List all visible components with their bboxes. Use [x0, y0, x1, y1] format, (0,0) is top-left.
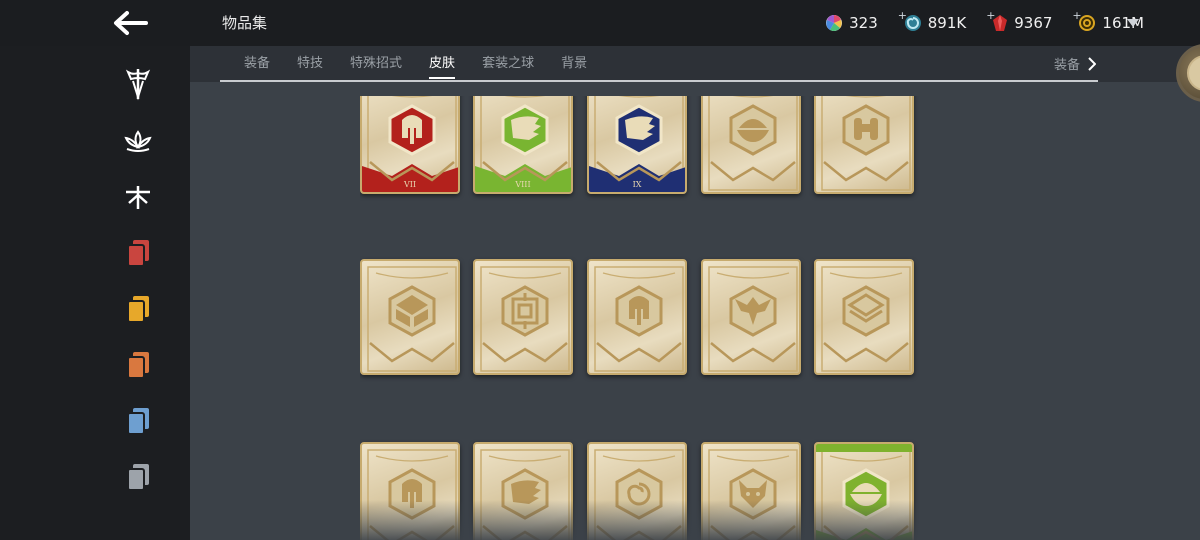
card-stack-gold-icon [127, 296, 149, 323]
sidebar-item-orange-cards[interactable] [118, 345, 158, 385]
lotus-icon [124, 130, 152, 152]
sidebar-item-gray-cards[interactable] [118, 457, 158, 497]
skin-card[interactable] [587, 442, 687, 540]
tab-special-moves[interactable]: 特殊招式 [350, 54, 402, 80]
tab-underline [220, 80, 1098, 82]
sidebar-item-gold-cards[interactable] [118, 289, 158, 329]
tab-next-equipment[interactable]: 装备 [1054, 54, 1097, 73]
currency-bar: 323 + 891K + 9367 + 161M [825, 0, 1144, 46]
bowl-icon [816, 444, 912, 540]
currency-crystal[interactable]: + 9367 [986, 9, 1053, 32]
layered-diamond-icon [821, 266, 911, 372]
demon-mask-icon [708, 449, 798, 540]
skin-card[interactable] [360, 259, 460, 375]
sidebar-item-sword[interactable] [118, 64, 158, 104]
plus-icon[interactable]: + [898, 9, 907, 22]
tab-set-orbs[interactable]: 套装之球 [482, 54, 534, 80]
card-stack-blue-icon [127, 408, 149, 435]
page-title: 物品集 [222, 14, 268, 32]
skin-card[interactable] [701, 259, 801, 375]
dropdown-button[interactable] [1126, 13, 1140, 32]
skin-card[interactable]: VIII [473, 96, 573, 194]
plus-icon[interactable]: + [986, 9, 995, 22]
cube-glyph-icon [367, 266, 457, 372]
chevron-right-icon [1088, 56, 1097, 71]
maze-glyph-icon [480, 266, 570, 372]
dragonfly-icon [126, 186, 150, 209]
currency-value: 891K [927, 14, 967, 32]
sidebar-item-dragonfly[interactable] [118, 177, 158, 217]
skin-card[interactable] [473, 259, 573, 375]
plus-icon[interactable]: + [1072, 9, 1081, 22]
skin-card[interactable] [360, 442, 460, 540]
skin-numeral: VIII [515, 180, 531, 189]
skin-grid: VII VIII IX [360, 96, 920, 540]
skin-card[interactable] [814, 259, 914, 375]
triangle-down-icon [1127, 19, 1139, 27]
tab-next-label: 装备 [1054, 58, 1081, 73]
spartan-helmet-icon [594, 266, 684, 372]
sidebar-item-blue-cards[interactable] [118, 401, 158, 441]
currency-rainbow[interactable]: 323 [825, 14, 878, 32]
skin-card[interactable]: IX [587, 96, 687, 194]
currency-value: 323 [849, 14, 878, 32]
skin-numeral: VII [403, 180, 417, 189]
card-stack-red-icon [127, 240, 149, 267]
skin-card[interactable]: VII [360, 96, 460, 194]
tab-equipment[interactable]: 装备 [244, 54, 270, 80]
sidebar [0, 46, 190, 540]
skin-card[interactable] [814, 442, 914, 540]
currency-swirl[interactable]: + 891K [898, 9, 967, 32]
spartan-helmet-icon [367, 449, 457, 540]
rainbow-gem-icon [826, 15, 843, 31]
sword-crest-icon [125, 69, 151, 101]
tab-backgrounds[interactable]: 背景 [561, 54, 587, 80]
skin-card[interactable] [587, 259, 687, 375]
phoenix-icon [708, 266, 798, 372]
skin-card[interactable] [473, 442, 573, 540]
tab-skills[interactable]: 特技 [297, 54, 323, 80]
tab-list: 装备 特技 特殊招式 皮肤 套装之球 背景 [244, 54, 614, 80]
skin-card[interactable] [701, 96, 801, 194]
top-bar: 物品集 323 + 891K + 9367 + 161M [0, 0, 1200, 46]
spiral-icon [594, 449, 684, 540]
skin-card[interactable] [814, 96, 914, 194]
wing-badge-icon [480, 449, 570, 540]
sidebar-item-lotus[interactable] [118, 121, 158, 161]
card-stack-gray-icon [127, 464, 149, 491]
sidebar-item-red-cards[interactable] [118, 233, 158, 273]
skin-card[interactable] [701, 442, 801, 540]
card-stack-orange-icon [127, 352, 149, 379]
tab-skins[interactable]: 皮肤 [429, 54, 456, 80]
scroll-icon [821, 96, 911, 191]
back-button[interactable] [108, 6, 152, 40]
skin-numeral: IX [632, 180, 642, 189]
bowl-icon [708, 96, 798, 191]
arrow-left-icon [114, 11, 148, 35]
currency-value: 9367 [1014, 14, 1053, 32]
